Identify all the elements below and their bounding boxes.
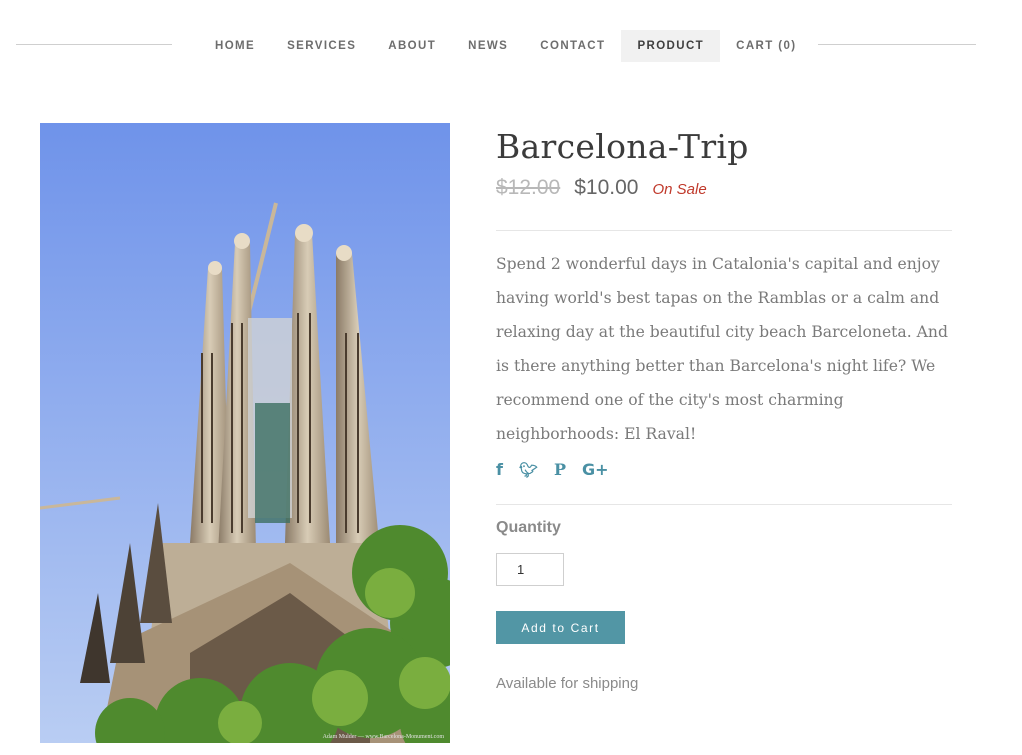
nav-news[interactable]: NEWS <box>452 30 524 62</box>
nav-product[interactable]: PRODUCT <box>621 30 721 62</box>
quantity-label: Quantity <box>496 519 561 536</box>
original-price: $12.00 <box>496 176 561 199</box>
sagrada-familia-illustration <box>40 123 450 743</box>
nav-divider-left <box>16 44 172 45</box>
sale-badge: On Sale <box>652 181 707 198</box>
product-image[interactable]: Adam Mulder — www.Barcelona-Monument.com <box>40 123 450 743</box>
divider <box>496 504 952 505</box>
photo-credit: Adam Mulder — www.Barcelona-Monument.com <box>322 734 444 740</box>
nav-contact[interactable]: CONTACT <box>524 30 621 62</box>
facebook-icon[interactable]: f <box>496 460 503 479</box>
google-plus-icon[interactable]: G+ <box>582 460 609 479</box>
nav-services[interactable]: SERVICES <box>271 30 372 62</box>
quantity-input[interactable] <box>496 553 564 586</box>
nav-about[interactable]: ABOUT <box>372 30 452 62</box>
availability-text: Available for shipping <box>496 675 639 692</box>
nav-home[interactable]: HOME <box>199 30 271 62</box>
twitter-icon[interactable]: 🐦︎ <box>519 461 538 479</box>
main-navigation: HOME SERVICES ABOUT NEWS CONTACT PRODUCT… <box>199 30 813 62</box>
nav-cart[interactable]: CART (0) <box>720 30 812 62</box>
product-description: Spend 2 wonderful days in Catalonia's ca… <box>496 255 948 443</box>
add-to-cart-button[interactable]: Add to Cart <box>496 611 625 644</box>
product-title: Barcelona-Trip <box>496 127 749 166</box>
sale-price: $10.00 <box>574 176 639 199</box>
social-share: f 🐦︎ P G+ <box>496 460 625 479</box>
product-details: Barcelona-Trip $12.00 $10.00 On Sale Spe… <box>496 123 952 692</box>
nav-divider-right <box>818 44 976 45</box>
price-row: $12.00 $10.00 On Sale <box>496 176 952 206</box>
divider <box>496 230 952 231</box>
pinterest-icon[interactable]: P <box>554 460 566 479</box>
